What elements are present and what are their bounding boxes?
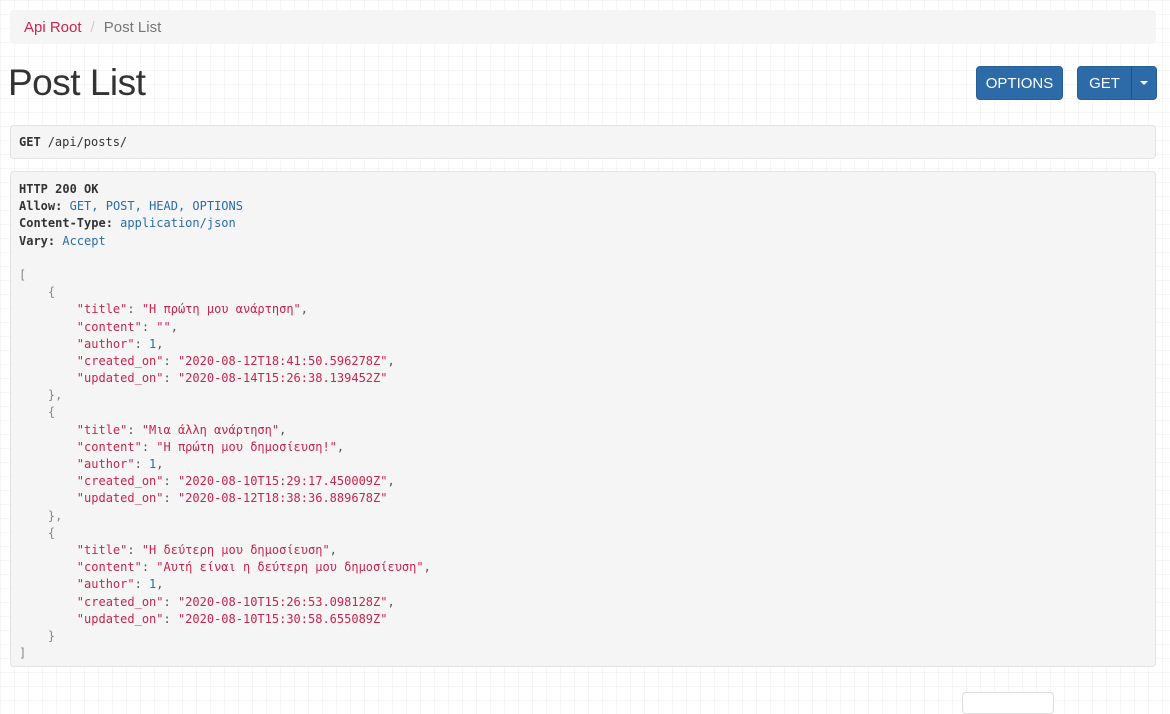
json-field-created-on: "created_on": "2020-08-12T18:41:50.59627…	[76, 353, 395, 368]
json-key: "created_on"	[76, 474, 164, 489]
response-status: HTTP 200 OK	[19, 182, 99, 196]
json-key: "content"	[76, 439, 142, 454]
get-button[interactable]: GET	[1077, 66, 1132, 100]
json-field-author: "author": 1,	[76, 577, 164, 592]
json-field-updated-on: "updated_on": "2020-08-12T18:38:36.88967…	[76, 491, 388, 506]
page-title: Post List	[8, 62, 146, 103]
breadcrumb-current: Post List	[103, 18, 162, 36]
request-info: GET/api/posts/	[10, 125, 1156, 159]
json-field-author: "author": 1,	[76, 457, 164, 471]
json-field-content: "content": "Η πρώτη μου δημοσίευση!",	[76, 439, 345, 454]
json-key: "title"	[76, 542, 128, 557]
response-body: HTTP 200 OK Allow: GET, POST, HEAD, OPTIO…	[10, 171, 1156, 667]
json-key: "updated_on"	[76, 371, 164, 386]
json-field-updated-on: "updated_on": "2020-08-10T15:30:58.65508…	[76, 611, 388, 626]
json-field-content: "content": "Αυτή είναι η δεύτερη μου δημ…	[76, 560, 431, 575]
format-button[interactable]	[962, 692, 1054, 714]
json-key: "content"	[76, 560, 142, 575]
json-object-open: {	[47, 285, 56, 300]
json-value: "2020-08-14T15:26:38.139452Z"	[177, 371, 388, 386]
json-object-close: },	[47, 388, 63, 403]
json-object-open: {	[47, 405, 56, 420]
json-array-open: [	[19, 267, 27, 282]
json-value: "2020-08-12T18:41:50.596278Z"	[177, 353, 388, 368]
header-value: application/json	[120, 216, 236, 231]
options-button[interactable]: OPTIONS	[976, 66, 1063, 100]
header-key: Vary:	[19, 233, 56, 248]
json-object-open: {	[47, 525, 56, 540]
request-method: GET	[19, 135, 41, 149]
json-object-close: }	[47, 628, 56, 643]
breadcrumb: Api Root / Post List	[10, 10, 1156, 44]
json-field-created-on: "created_on": "2020-08-10T15:29:17.45000…	[76, 474, 395, 489]
breadcrumb-separator: /	[90, 18, 95, 36]
json-field-content: "content": "",	[76, 319, 178, 334]
json-key: "created_on"	[76, 353, 164, 368]
json-key: "title"	[76, 302, 128, 317]
json-value: "Αυτή είναι η δεύτερη μου δημοσίευση"	[156, 560, 424, 575]
json-key: "updated_on"	[76, 611, 164, 626]
caret-down-icon	[1140, 81, 1148, 85]
header-allow: Allow: GET, POST, HEAD, OPTIONS	[19, 198, 1147, 215]
json-key: "title"	[76, 422, 128, 437]
json-field-title: "title": "Η πρώτη μου ανάρτηση",	[76, 302, 309, 317]
json-key: "content"	[76, 319, 142, 334]
header-value: Accept	[62, 233, 106, 248]
json-key: "author"	[76, 336, 135, 351]
header-value: GET, POST, HEAD, OPTIONS	[69, 199, 243, 214]
json-field-title: "title": "Μια άλλη ανάρτηση",	[76, 422, 287, 437]
json-key: "author"	[76, 457, 135, 471]
header-key: Allow:	[19, 199, 63, 214]
json-value: "Η πρώτη μου ανάρτηση"	[141, 302, 301, 317]
json-array-close: ]	[19, 646, 27, 661]
header-content-type: Content-Type: application/json	[19, 215, 1147, 232]
json-key: "created_on"	[76, 594, 164, 609]
json-field-updated-on: "updated_on": "2020-08-14T15:26:38.13945…	[76, 371, 388, 386]
json-field-created-on: "created_on": "2020-08-10T15:26:53.09812…	[76, 594, 395, 609]
json-value: "2020-08-10T15:26:53.098128Z"	[177, 594, 388, 609]
json-key: "author"	[76, 577, 135, 592]
json-value: "2020-08-12T18:38:36.889678Z"	[177, 491, 388, 506]
json-key: "updated_on"	[76, 491, 164, 506]
json-value: "2020-08-10T15:30:58.655089Z"	[177, 611, 388, 626]
json-field-author: "author": 1,	[76, 336, 164, 351]
response-status-line: HTTP 200 OK	[19, 181, 1147, 198]
json-value: "Μια άλλη ανάρτηση"	[141, 422, 280, 437]
breadcrumb-api-root-link[interactable]: Api Root	[24, 19, 82, 36]
json-field-title: "title": "Η δεύτερη μου δημοσίευση",	[76, 542, 337, 557]
header-key: Content-Type:	[19, 216, 113, 231]
json-value: ""	[156, 319, 171, 334]
request-path: /api/posts/	[47, 135, 128, 149]
json-value: "Η πρώτη μου δημοσίευση!"	[156, 439, 337, 454]
header-vary: Vary: Accept	[19, 233, 1147, 250]
json-value: "2020-08-10T15:29:17.450009Z"	[177, 474, 388, 489]
json-object-close: },	[47, 508, 63, 523]
json-value: "Η δεύτερη μου δημοσίευση"	[141, 542, 330, 557]
get-format-dropdown-button[interactable]	[1131, 66, 1157, 100]
